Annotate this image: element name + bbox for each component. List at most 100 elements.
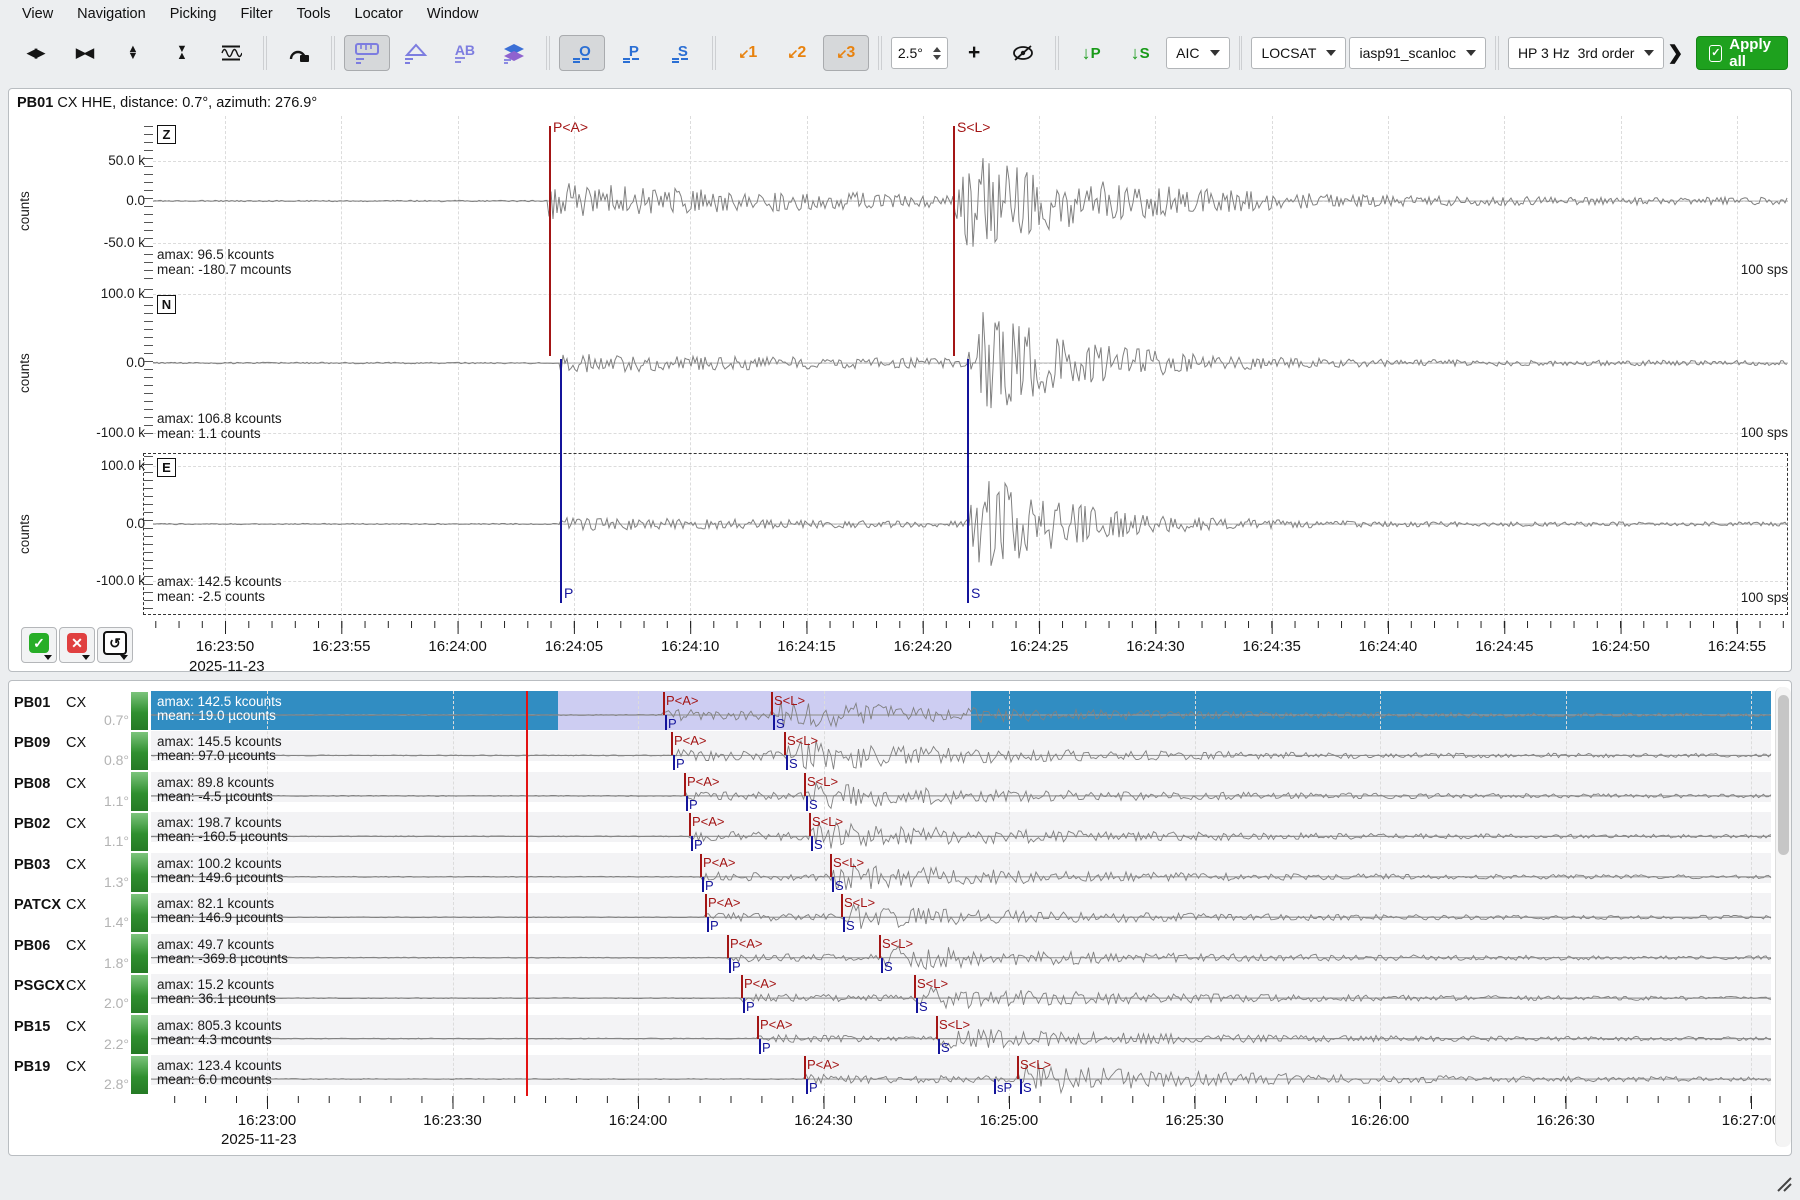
menu-window[interactable]: Window [415, 2, 491, 26]
toolbar: ◀▶ ▶◀ ▲▼ ▼▲ AB O P [0, 28, 1800, 78]
limit-amplitude-button[interactable] [393, 35, 439, 71]
automatic-pick-line[interactable] [953, 126, 955, 356]
collapse-vertical-button[interactable]: ▼▲ [159, 35, 205, 71]
manual-pick-line[interactable] [916, 998, 918, 1013]
automatic-pick-line[interactable] [914, 975, 916, 998]
automatic-pick-line[interactable] [757, 1016, 759, 1039]
automatic-pick-line[interactable] [689, 813, 691, 836]
expand-vertical-button[interactable]: ▲▼ [110, 35, 156, 71]
manual-pick-line[interactable] [811, 836, 813, 851]
pick-origin-button[interactable]: O [559, 35, 605, 71]
scrollbar-thumb[interactable] [1778, 695, 1789, 855]
automatic-pick-line[interactable] [830, 854, 832, 877]
uncertainty-2-button[interactable]: ↙2 [774, 35, 820, 71]
trace-picker-panel[interactable]: PB01 CX HHE, distance: 0.7°, azimuth: 27… [8, 88, 1792, 672]
automatic-pick-line[interactable] [804, 773, 806, 796]
lock-amplitude-button[interactable] [276, 35, 322, 71]
angle-spinbox[interactable]: 2.5° [891, 37, 948, 69]
apply-all-button[interactable]: ✓ Apply all [1696, 36, 1788, 70]
automatic-pick-line[interactable] [841, 894, 843, 917]
manual-pick-line[interactable] [729, 958, 731, 973]
manual-pick-line[interactable] [1020, 1079, 1022, 1094]
toolbar-overflow-button[interactable]: ❯ [1667, 42, 1683, 65]
label-ab-button[interactable]: AB [442, 35, 488, 71]
goto-next-s-button[interactable]: ↓S [1117, 35, 1163, 71]
pick-label: P<A> [692, 814, 725, 829]
add-button[interactable]: + [951, 35, 997, 71]
velocity-profile-select[interactable]: iasp91_scanloc [1349, 37, 1486, 69]
uncertainty-1-button[interactable]: ↙1 [725, 35, 771, 71]
automatic-pick-line[interactable] [809, 813, 811, 836]
menu-view[interactable]: View [10, 2, 65, 26]
manual-pick-line[interactable] [994, 1079, 996, 1094]
expand-horizontal-button[interactable]: ◀▶ [12, 35, 58, 71]
manual-pick-line[interactable] [967, 359, 969, 603]
automatic-pick-line[interactable] [804, 1056, 806, 1079]
manual-pick-line[interactable] [843, 917, 845, 932]
manual-pick-line[interactable] [832, 877, 834, 892]
collapse-horizontal-button[interactable]: ▶◀ [61, 35, 107, 71]
toolbar-separator [712, 36, 716, 70]
confirm-picks-button[interactable]: ✓ [21, 627, 57, 663]
manual-pick-line[interactable] [686, 796, 688, 811]
menu-locator[interactable]: Locator [343, 2, 415, 26]
automatic-pick-line[interactable] [727, 935, 729, 958]
chevron-down-icon [1326, 50, 1336, 56]
automatic-pick-line[interactable] [700, 854, 702, 877]
spinbox-arrows-icon[interactable] [933, 47, 941, 60]
manual-pick-line[interactable] [806, 796, 808, 811]
menu-navigation[interactable]: Navigation [65, 2, 158, 26]
station-waveforms[interactable] [151, 691, 1771, 1096]
manual-pick-line[interactable] [707, 917, 709, 932]
distance-label: 2.0° [69, 995, 129, 1011]
manual-pick-line[interactable] [881, 958, 883, 973]
pick-label: P<A> [744, 976, 777, 991]
uncertainty-3-button[interactable]: ↙3 [823, 35, 869, 71]
manual-pick-line[interactable] [773, 715, 775, 730]
pick-label: P [705, 878, 714, 893]
picker-algorithm-select[interactable]: AIC [1166, 37, 1229, 69]
manual-pick-line[interactable] [702, 877, 704, 892]
station-trace-list[interactable]: PB01CX0.7°amax: 142.5 kcountsmean: 19.0 … [8, 680, 1792, 1156]
automatic-pick-line[interactable] [684, 773, 686, 796]
layers-button[interactable] [491, 35, 537, 71]
hide-traces-button[interactable] [1000, 35, 1046, 71]
resize-grip-icon[interactable] [1774, 1174, 1792, 1192]
manual-pick-line[interactable] [691, 836, 693, 851]
automatic-pick-line[interactable] [1017, 1056, 1019, 1079]
menu-filter[interactable]: Filter [228, 2, 284, 26]
quality-bar [131, 772, 148, 810]
automatic-pick-line[interactable] [663, 692, 665, 715]
vertical-scrollbar[interactable] [1775, 687, 1791, 1147]
expand-horizontal-icon: ◀▶ [27, 45, 43, 61]
manual-pick-line[interactable] [673, 755, 675, 770]
goto-next-p-button[interactable]: ↓P [1068, 35, 1114, 71]
automatic-pick-line[interactable] [784, 732, 786, 755]
locator-select[interactable]: LOCSAT [1251, 37, 1346, 69]
manual-pick-line[interactable] [560, 359, 562, 603]
automatic-pick-line[interactable] [771, 692, 773, 715]
manual-pick-line[interactable] [743, 998, 745, 1013]
manual-pick-line[interactable] [759, 1039, 761, 1054]
manual-pick-line[interactable] [806, 1079, 808, 1094]
manual-pick-line[interactable] [938, 1039, 940, 1054]
normalize-amplitude-button[interactable] [208, 35, 254, 71]
axis-date: 2025-11-23 [189, 658, 265, 675]
pick-p-phase-button[interactable]: P [608, 35, 654, 71]
menu-tools[interactable]: Tools [285, 2, 343, 26]
automatic-pick-line[interactable] [879, 935, 881, 958]
filter-select[interactable]: HP 3 Hz 3rd order [1508, 37, 1664, 69]
time-scale-button[interactable] [344, 35, 390, 71]
manual-pick-line[interactable] [665, 715, 667, 730]
automatic-pick-line[interactable] [936, 1016, 938, 1039]
automatic-pick-line[interactable] [741, 975, 743, 998]
manual-pick-line[interactable] [786, 755, 788, 770]
automatic-pick-line[interactable] [549, 126, 551, 356]
reject-picks-button[interactable]: ✕ [59, 627, 95, 663]
trace-waveforms[interactable] [153, 116, 1788, 616]
automatic-pick-line[interactable] [671, 732, 673, 755]
menu-picking[interactable]: Picking [158, 2, 229, 26]
automatic-pick-line[interactable] [705, 894, 707, 917]
revert-picks-button[interactable]: ↺ [97, 627, 133, 663]
pick-s-phase-button[interactable]: S [657, 35, 703, 71]
